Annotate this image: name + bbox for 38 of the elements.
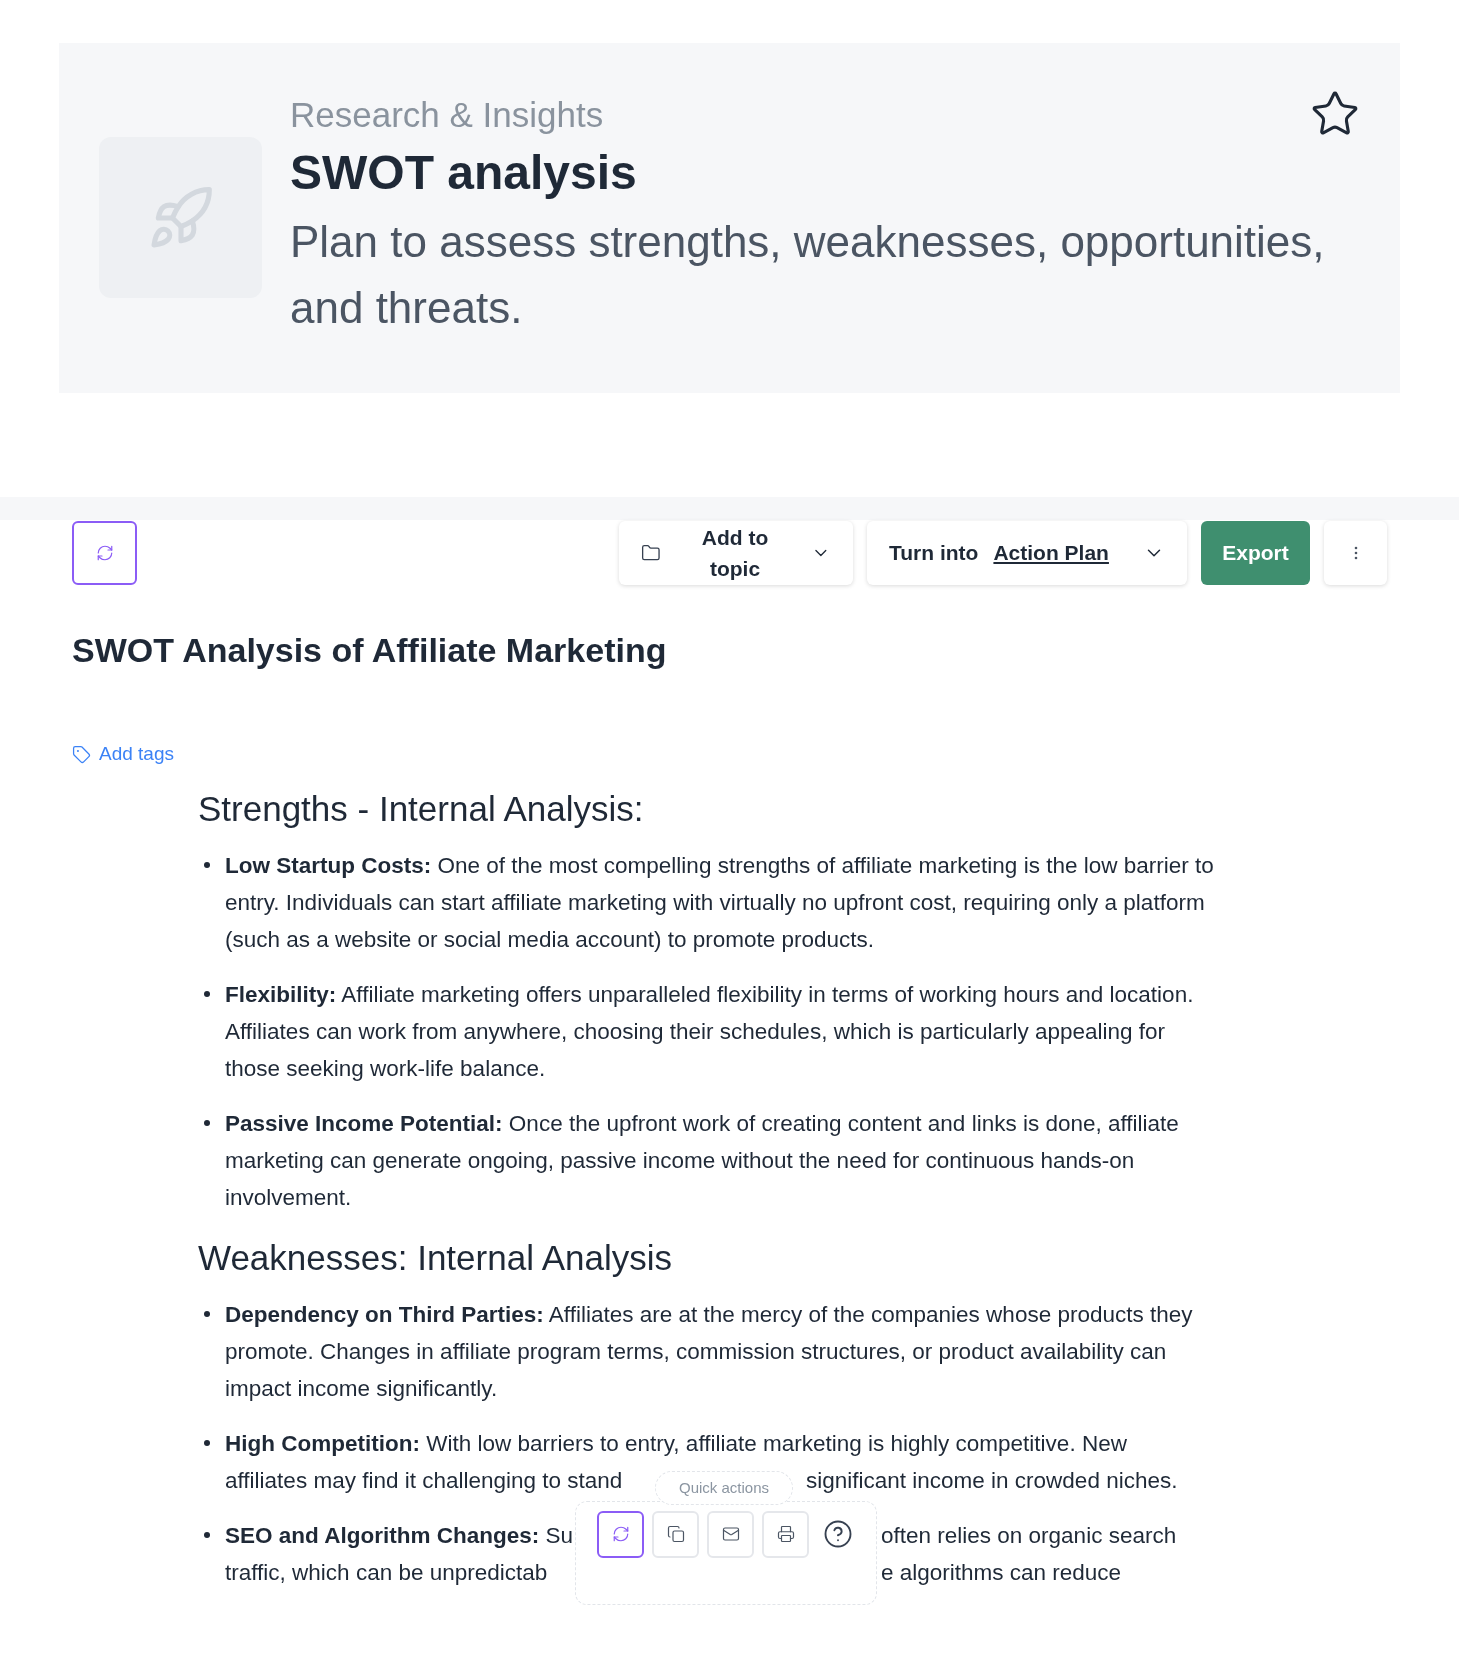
template-description: Plan to assess strengths, weaknesses, opportunities, and threats. [290,216,1326,334]
copy-button[interactable] [652,1510,699,1558]
section-heading: Weaknesses: Internal Analysis [198,1236,674,1279]
section-heading: Strengths - Internal Analysis: [198,787,645,830]
bullet-text: Passive Income Potential: Once the upfront work of creating content and links is done, affiliate marketing can generate ongoing, passive income without the need for continuous hands-on involvement. [225,1109,1180,1212]
printer-icon [776,1525,795,1543]
copy-icon [666,1525,685,1543]
quick-actions-label: Quick actions [655,1470,793,1505]
bullet-text: Flexibility: Affiliate marketing offers unparalleled flexibility in terms of working hours and location. Affiliates can work from anywhere, choosing their schedules, which is particularly appealing for those seeking work-life balance. [225,980,1195,1083]
tag-icon [72,744,91,764]
export-button[interactable]: Export [1201,521,1310,585]
bullet-text: Dependency on Third Parties: Affiliates are at the mercy of the companies whose products they promote. Changes in affiliate program terms, commission structures, or product availability can impact income significantly. [225,1300,1194,1403]
bullet-text: affiliates may find it challenging to stand [225,1466,624,1495]
add-to-topic-button[interactable]: Add to topic [619,521,853,585]
bullet-text: High Competition: With low barriers to entry, affiliate marketing is highly competitive. New [225,1429,1127,1458]
document-title: SWOT Analysis of Affiliate Marketing [72,630,668,671]
category-label: Research & Insights [290,94,604,136]
mail-icon [721,1525,740,1543]
turn-into-value[interactable]: Action Plan [993,537,1109,569]
bullet-text: SEO and Algorithm Changes: Su [225,1521,574,1550]
turn-into-label: Turn into [889,540,979,567]
bullet-text: often relies on organic search [881,1521,1177,1550]
mail-button[interactable] [707,1510,754,1558]
turn-into-dropdown[interactable]: Turn into Action Plan [867,521,1187,585]
bullet-text: e algorithms can reduce [881,1558,1122,1587]
refresh-icon [611,1525,630,1543]
print-button[interactable] [762,1510,809,1558]
bullet-text: traffic, which can be unpredictab [225,1558,549,1587]
refresh-button[interactable] [597,1510,644,1558]
bullet-text: Low Startup Costs: One of the most compelling strengths of affiliate marketing is the low barrier to entry. Individuals can start affiliate marketing with virtually no upfront cost, requiring only a platform (such as a website or social media account) to promote products. [225,851,1214,954]
bullet-text: significant income in crowded niches. [806,1466,1178,1495]
add-tags-link[interactable]: Add tags [72,740,174,769]
template-title: SWOT analysis [290,145,637,201]
more-icon [1353,546,1358,560]
refresh-icon [95,544,114,562]
folder-icon [641,543,661,563]
help-icon [823,1519,853,1549]
refresh-button[interactable] [72,521,137,585]
